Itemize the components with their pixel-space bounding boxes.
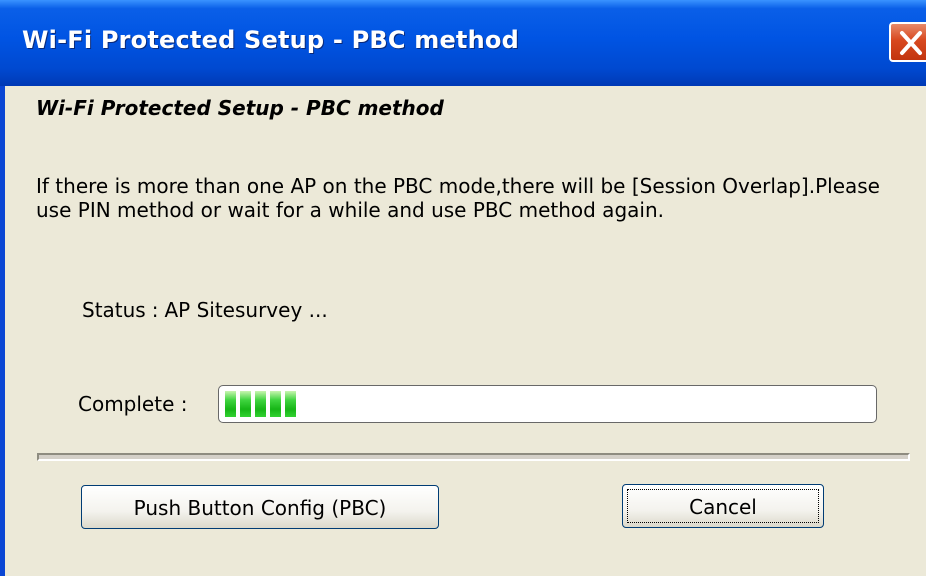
title-bar[interactable]: Wi-Fi Protected Setup - PBC method: [0, 0, 926, 86]
separator-line: [37, 453, 910, 461]
wps-pbc-dialog: Wi-Fi Protected Setup - PBC method Wi-Fi…: [0, 0, 926, 576]
progress-chunk: [285, 391, 296, 417]
progress-fill: [225, 391, 296, 417]
status-label: Status: [82, 298, 146, 322]
progress-chunk: [225, 391, 236, 417]
status-line: Status: AP Sitesurvey ...: [82, 298, 328, 322]
window-left-border: [0, 86, 5, 576]
progress-chunk: [240, 391, 251, 417]
description-text: If there is more than one AP on the PBC …: [36, 174, 880, 222]
complete-label: Complete :: [78, 392, 188, 416]
progress-chunk: [255, 391, 266, 417]
close-button[interactable]: [889, 22, 926, 62]
progress-bar: [218, 385, 877, 423]
progress-chunk: [270, 391, 281, 417]
status-value: AP Sitesurvey ...: [164, 298, 328, 322]
cancel-button-label: Cancel: [689, 495, 757, 519]
cancel-button[interactable]: Cancel: [622, 484, 824, 528]
close-icon: [900, 31, 922, 55]
push-button-config-button[interactable]: Push Button Config (PBC): [81, 485, 439, 529]
status-separator: :: [151, 298, 159, 322]
window-title: Wi-Fi Protected Setup - PBC method: [22, 26, 519, 54]
section-heading: Wi-Fi Protected Setup - PBC method: [36, 96, 444, 120]
